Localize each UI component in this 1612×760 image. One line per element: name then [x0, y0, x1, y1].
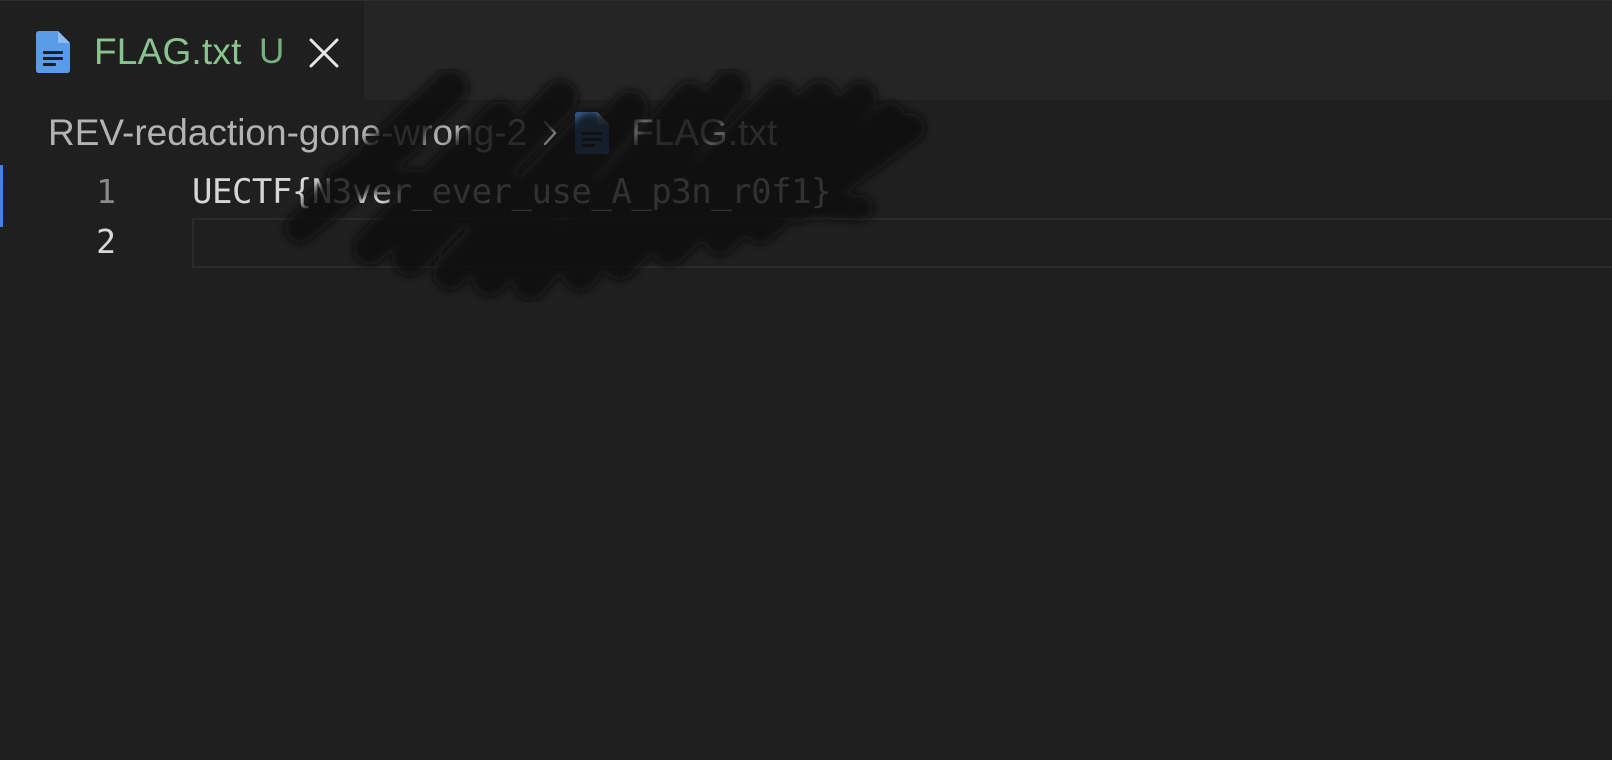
line-number: 2	[96, 222, 116, 261]
breadcrumb: REV-redaction-gone-wrong-2 FLAG.txt	[48, 108, 777, 158]
untracked-badge: U	[259, 32, 285, 71]
file-text-icon	[36, 31, 70, 73]
editor-line[interactable]: 1 UECTF{N3ver_ever_use_A_p3n_r0f1}	[0, 166, 1612, 218]
breadcrumb-folder[interactable]: REV-redaction-gone-wrong-2	[48, 112, 527, 154]
tab-label: FLAG.txt	[94, 31, 242, 72]
tab-bar: FLAG.txt U	[0, 0, 1612, 101]
line-text[interactable]: UECTF{N3ver_ever_use_A_p3n_r0f1}	[192, 166, 832, 218]
chevron-right-icon	[544, 120, 557, 146]
line-number: 1	[96, 172, 116, 211]
file-text-icon	[575, 112, 610, 154]
close-icon[interactable]	[304, 33, 344, 73]
breadcrumb-file[interactable]: FLAG.txt	[631, 112, 777, 154]
editor-line[interactable]: 2	[0, 216, 1612, 268]
editor-window: FLAG.txt U REV-redaction-gone-wrong-2 FL…	[0, 0, 1612, 760]
tab-flag-txt[interactable]: FLAG.txt U	[0, 1, 364, 101]
